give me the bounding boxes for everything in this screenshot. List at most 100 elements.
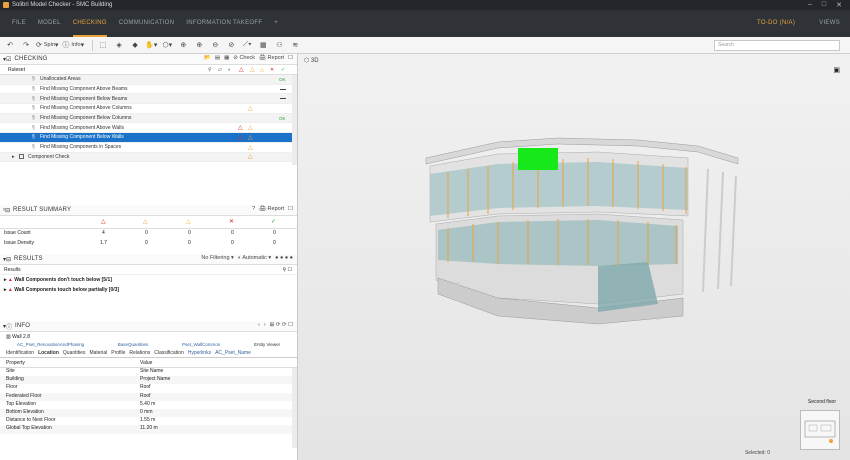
- expand-icon[interactable]: ▸: [12, 154, 15, 160]
- value-column-header: Value: [140, 360, 153, 366]
- undo-icon[interactable]: ↶: [4, 39, 16, 52]
- rule-icon: §: [32, 115, 35, 122]
- section-icon[interactable]: ▦: [257, 39, 269, 52]
- open-folder-icon[interactable]: 📂: [204, 55, 211, 61]
- next-icon[interactable]: ›: [264, 322, 266, 328]
- walk-icon[interactable]: ⚇: [273, 39, 285, 52]
- measure-icon[interactable]: ⟋▾: [241, 39, 253, 52]
- filter-dropdown[interactable]: No Filtering ▾: [201, 255, 233, 261]
- maximize-panel-icon[interactable]: ☐: [288, 206, 293, 212]
- menu-file[interactable]: FILE: [12, 10, 26, 37]
- result-item[interactable]: ▸ ▲ Wall Components don't touch below [5…: [0, 275, 297, 285]
- hand-icon[interactable]: ✋▾: [145, 39, 157, 52]
- summary-report-button[interactable]: 🖨 Report: [259, 206, 284, 212]
- property-row[interactable]: Distance to Next Floor 1.55 m: [0, 417, 297, 425]
- tab-hyperlinks[interactable]: Hyperlinks: [188, 350, 211, 357]
- sort-dropdown[interactable]: ◐ Automatic ▾: [238, 255, 271, 261]
- building-model: [425, 137, 739, 325]
- tab-ac-pset-name[interactable]: AC_Pset_Name: [215, 350, 251, 357]
- tab-relations[interactable]: Relations: [129, 350, 150, 357]
- spin-button[interactable]: ⟳ Spin ▾: [36, 39, 58, 52]
- rule-icon: §: [32, 95, 35, 102]
- property-row[interactable]: Top Elevation 5.40 m: [0, 401, 297, 409]
- sort-label: Automatic: [242, 255, 267, 261]
- property-value: 0 mm: [140, 408, 153, 415]
- info-panel-icon: ⓘ: [6, 324, 13, 331]
- rule-label: Find Missing Component Above Walls: [40, 124, 125, 131]
- rule-row[interactable]: § Find Missing Component Above Columns △: [0, 104, 297, 114]
- isolate-icon[interactable]: ◆: [129, 39, 141, 52]
- summary-value: 0: [273, 230, 276, 236]
- search-input[interactable]: Search: [714, 40, 840, 51]
- 3d-view[interactable]: ⬡ 3D ▣ Second floor Selected: 0: [298, 54, 850, 460]
- menu-information-takeoff[interactable]: INFORMATION TAKEOFF: [186, 10, 262, 37]
- select-tool-icon[interactable]: ⬚: [97, 39, 109, 52]
- tab-quantities[interactable]: Quantities: [63, 350, 86, 357]
- info-scrollbar[interactable]: [292, 368, 297, 448]
- ruleset-scrollbar[interactable]: [292, 75, 297, 165]
- menu-checking[interactable]: CHECKING: [72, 10, 107, 37]
- tab-entity-viewer[interactable]: Entity Viewer: [254, 342, 280, 350]
- rule-row[interactable]: § Find Missing Component Above Beams: [0, 85, 297, 95]
- property-row[interactable]: Bottom Elevation 0 mm: [0, 408, 297, 418]
- rule-row[interactable]: § Find Missing Components in Spaces △: [0, 143, 297, 153]
- zoom-out-icon[interactable]: ⊖: [209, 39, 221, 52]
- results-action-icons[interactable]: ● ● ● ●: [275, 255, 293, 261]
- check-button[interactable]: ⊘ Check: [233, 55, 255, 61]
- property-row[interactable]: Global Top Elevation 11.20 m: [0, 425, 297, 434]
- help-icon[interactable]: ?: [252, 206, 255, 212]
- property-row[interactable]: Federated Floor Roof: [0, 392, 297, 401]
- redo-icon[interactable]: ↷: [20, 39, 32, 52]
- ruleset-icon[interactable]: ▤: [215, 55, 220, 61]
- tab-classification[interactable]: Classification: [154, 350, 183, 357]
- views-menu[interactable]: VIEWS: [819, 10, 840, 37]
- property-row[interactable]: Floor Roof: [0, 384, 297, 392]
- result-item[interactable]: ▸ ▲ Wall Components touch below partiall…: [0, 285, 297, 295]
- hide-icon[interactable]: ◈: [113, 39, 125, 52]
- menu-add-layout[interactable]: +: [274, 10, 278, 37]
- todo-link[interactable]: TO-DO (N/A): [757, 10, 795, 37]
- tab-location[interactable]: Location: [38, 350, 59, 357]
- rule-row[interactable]: § Find Missing Component Below Beams: [0, 94, 297, 105]
- cube-view-icon[interactable]: ⬡▾: [161, 39, 173, 52]
- layers-icon[interactable]: ≋: [289, 39, 301, 52]
- rule-folder-row[interactable]: ▸ Component Check △: [0, 152, 297, 163]
- zoom-in-icon[interactable]: ⊕: [193, 39, 205, 52]
- tab-renovation[interactable]: AC_Pset_RenovationAndPhasing: [17, 342, 84, 350]
- menu-communication[interactable]: COMMUNICATION: [119, 10, 174, 37]
- report-label: Report: [267, 55, 285, 61]
- close-window-icon[interactable]: ✕: [836, 1, 842, 9]
- info-button[interactable]: ⓘ Info ▾: [62, 39, 84, 52]
- save-icon[interactable]: ▦: [224, 55, 229, 61]
- rule-row[interactable]: § Find Missing Component Above Walls △ △: [0, 123, 297, 134]
- maximize-icon[interactable]: □: [822, 1, 826, 9]
- rule-row[interactable]: § Unallocated Areas OK: [0, 75, 297, 85]
- info-label: Info: [71, 42, 81, 48]
- prev-icon[interactable]: ‹: [258, 322, 260, 328]
- folder-checkbox[interactable]: [19, 154, 24, 160]
- tab-material[interactable]: Material: [89, 350, 107, 357]
- tab-profile[interactable]: Profile: [111, 350, 125, 357]
- info-header: ▾ ⓘ INFO ‹ › ⊞ ⟳ ⟳ ☐: [0, 321, 297, 332]
- rule-row[interactable]: § Find Missing Component Below Columns OK: [0, 113, 297, 124]
- floor-minimap[interactable]: [800, 410, 840, 450]
- zoom-fit-icon[interactable]: ⊕: [177, 39, 189, 52]
- zoom-window-icon[interactable]: ⊘: [225, 39, 237, 52]
- tab-identification[interactable]: Identification: [6, 350, 34, 357]
- rule-row-selected[interactable]: § Find Missing Component Below Walls △ △: [0, 133, 297, 143]
- issue-density-label: Issue Density: [4, 240, 35, 246]
- maximize-panel-icon[interactable]: ☐: [288, 55, 293, 61]
- tab-base-quantities[interactable]: BaseQuantities: [118, 342, 149, 350]
- minimap-plan: [804, 420, 836, 443]
- property-row[interactable]: Site Site Name: [0, 368, 297, 376]
- minimize-icon[interactable]: –: [808, 1, 812, 9]
- tab-pset-wall-common[interactable]: Pset_WallCommon: [182, 342, 220, 350]
- property-column-header: Property: [6, 360, 25, 366]
- info-action-icons[interactable]: ⊞ ⟳ ⟳ ☐: [270, 322, 293, 328]
- rule-label: Find Missing Component Above Columns: [40, 105, 132, 112]
- critical-severity-icon: △: [239, 67, 244, 73]
- property-row[interactable]: Building Project Name: [0, 376, 297, 385]
- rule-label: Find Missing Component Below Walls: [40, 134, 124, 141]
- report-button[interactable]: 🖨 Report: [259, 55, 284, 61]
- menu-model[interactable]: MODEL: [38, 10, 61, 37]
